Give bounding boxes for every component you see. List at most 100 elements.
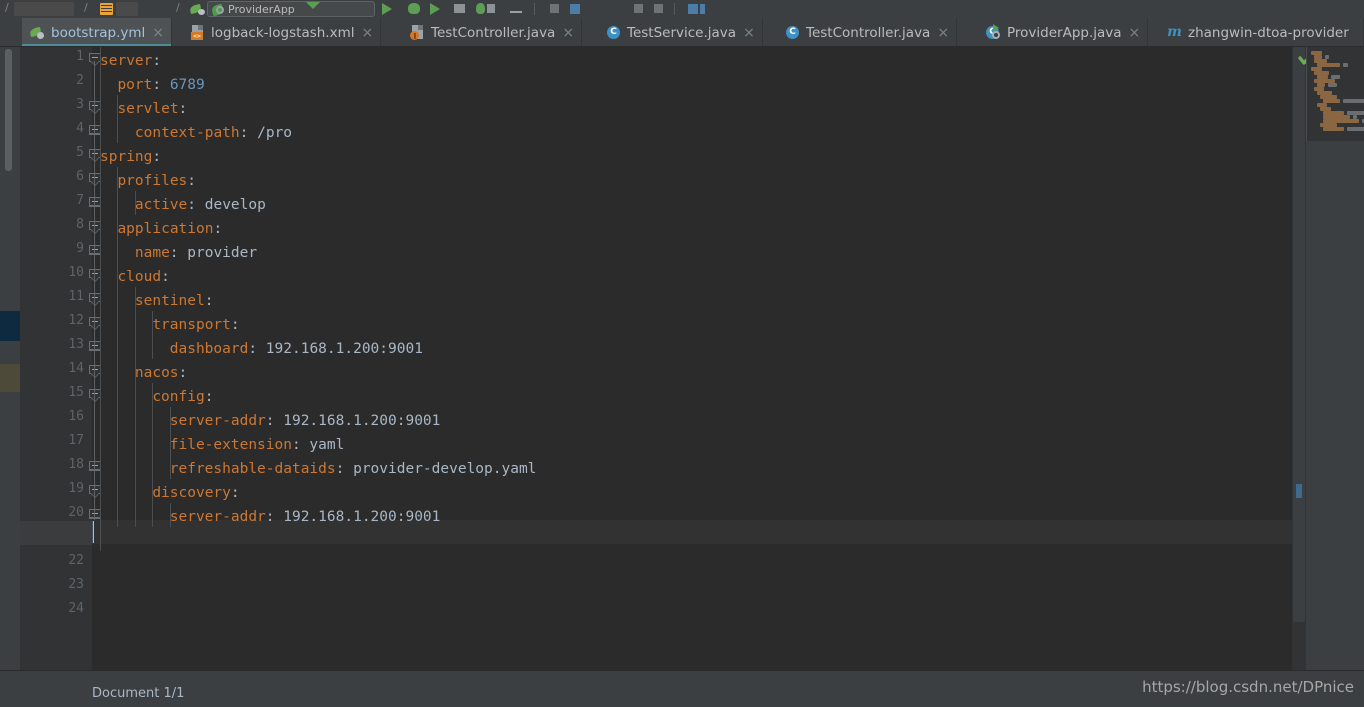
- editor-tab-testservice-java[interactable]: C TestService.java ×: [598, 18, 763, 46]
- vertical-scrollbar-thumb[interactable]: [1293, 47, 1305, 622]
- run-configuration-label: ProviderApp: [228, 3, 295, 16]
- vcs-update-icon[interactable]: [634, 4, 643, 13]
- tab-close-icon[interactable]: ×: [152, 26, 164, 40]
- yaml-colon: :: [161, 269, 170, 285]
- breadcrumb-item[interactable]: [14, 2, 74, 16]
- yaml-file-icon: [29, 25, 45, 40]
- code-minimap[interactable]: [1306, 47, 1364, 688]
- yaml-colon: :: [248, 341, 258, 357]
- yaml-key: refreshable-dataids: [169, 461, 336, 477]
- tab-close-icon[interactable]: ×: [361, 26, 373, 40]
- yaml-colon: :: [169, 245, 179, 261]
- line-number: 17: [68, 433, 84, 448]
- code-line[interactable]: discovery:: [152, 481, 239, 505]
- line-number: 5: [76, 145, 84, 160]
- code-line[interactable]: sentinel:: [135, 289, 214, 313]
- code-line[interactable]: name: provider: [135, 241, 257, 265]
- editor-tab-bar: bootstrap.yml × <> logback-logstash.xml …: [0, 18, 1364, 47]
- run-dropdown-icon[interactable]: [306, 2, 320, 9]
- attach-icon[interactable]: [487, 4, 495, 13]
- scrollbar-change-marker: [1296, 484, 1302, 498]
- line-number: 24: [68, 601, 84, 616]
- line-number: 11: [68, 289, 84, 304]
- yaml-colon: :: [204, 389, 214, 405]
- vcs-commit-icon[interactable]: [654, 4, 663, 13]
- editor-tab-providerapp-java[interactable]: C ProviderApp.java ×: [978, 18, 1149, 46]
- run-icon[interactable]: [382, 3, 392, 15]
- minimap-preview-panel: [1306, 47, 1364, 141]
- code-content[interactable]: server: port: 6789 servlet: context-path: /…: [92, 47, 1364, 688]
- editor-tab-logback-logstash-xml[interactable]: <> logback-logstash.xml ×: [182, 18, 382, 46]
- editor-tab-testcontroller-java-bean[interactable]: TestController.java ×: [402, 18, 583, 46]
- code-editor[interactable]: 123456789101112131415161718192021222324 …: [0, 47, 1364, 688]
- code-line[interactable]: port: 6789: [117, 73, 204, 97]
- tab-label: TestController.java: [431, 24, 556, 41]
- indent-guide: [117, 95, 119, 143]
- module-icon: [100, 3, 113, 15]
- code-line[interactable]: file-extension: yaml: [170, 433, 345, 457]
- code-line[interactable]: server-addr: 192.168.1.200:9001: [170, 505, 441, 529]
- code-line[interactable]: active: develop: [135, 193, 266, 217]
- code-line[interactable]: spring:: [100, 145, 161, 169]
- debug-icon[interactable]: [408, 3, 420, 14]
- run-with-coverage-icon[interactable]: [430, 3, 440, 15]
- editor-tab-testcontroller-java-class[interactable]: C TestController.java ×: [777, 18, 958, 46]
- yaml-key: server: [100, 53, 153, 69]
- code-line[interactable]: context-path: /pro: [135, 121, 292, 145]
- code-line[interactable]: refreshable-dataids: provider-develop.ya…: [170, 457, 537, 481]
- java-runnable-class-icon: C: [986, 24, 1001, 40]
- indent-guide: [100, 47, 101, 551]
- marker-olive: [0, 364, 20, 392]
- code-line[interactable]: application:: [117, 217, 222, 241]
- layout-icon-2[interactable]: [700, 4, 705, 14]
- search-everywhere-icon[interactable]: [550, 4, 559, 13]
- yaml-value: 6789: [161, 77, 205, 93]
- code-line[interactable]: server:: [100, 49, 161, 73]
- yaml-colon: :: [230, 485, 240, 501]
- yaml-colon: :: [213, 221, 223, 237]
- yaml-key: sentinel: [134, 293, 205, 309]
- code-line[interactable]: config:: [152, 385, 213, 409]
- yaml-colon: :: [187, 197, 196, 213]
- breadcrumb-item[interactable]: [116, 2, 138, 16]
- profile-icon[interactable]: [454, 4, 465, 13]
- yaml-colon: :: [230, 317, 240, 333]
- editor-tab-zhangwin-dtoa-provider[interactable]: m zhangwin-dtoa-provider: [1159, 18, 1364, 46]
- yaml-value: develop: [196, 197, 266, 213]
- run-configuration-selector[interactable]: ProviderApp: [207, 1, 375, 17]
- minimap-line: [1323, 127, 1344, 131]
- code-line[interactable]: profiles:: [117, 169, 196, 193]
- settings-icon[interactable]: [570, 4, 580, 14]
- line-number: 14: [68, 361, 84, 376]
- code-line[interactable]: servlet:: [117, 97, 187, 121]
- editor-bottom-divider: [92, 641, 93, 670]
- maven-module-icon: m: [1167, 24, 1182, 40]
- yaml-key: file-extension: [169, 437, 292, 453]
- minimap-line: [1342, 63, 1348, 67]
- editor-tab-bootstrap-yml[interactable]: bootstrap.yml ×: [22, 18, 173, 46]
- minimap-line: [1327, 83, 1338, 87]
- tab-close-icon[interactable]: ×: [937, 26, 949, 40]
- tab-close-icon[interactable]: ×: [1129, 26, 1141, 40]
- code-line[interactable]: transport:: [152, 313, 239, 337]
- code-line[interactable]: server-addr: 192.168.1.200:9001: [170, 409, 441, 433]
- yaml-value: 192.168.1.200:9001: [257, 341, 423, 357]
- code-line[interactable]: nacos:: [135, 361, 187, 385]
- current-line-gutter-highlight: [20, 521, 92, 545]
- java-class-icon: C: [606, 25, 621, 40]
- minimize-icon[interactable]: [510, 11, 522, 13]
- left-scrollbar-thumb[interactable]: [5, 49, 12, 171]
- stop-icon[interactable]: [476, 3, 485, 14]
- indent-guide: [169, 407, 171, 479]
- code-line[interactable]: dashboard: 192.168.1.200:9001: [170, 337, 423, 361]
- layout-icon[interactable]: [688, 4, 698, 14]
- watermark-text: https://blog.csdn.net/DPnice: [1142, 678, 1354, 696]
- tab-label: ProviderApp.java: [1007, 24, 1122, 41]
- yaml-key: spring: [100, 149, 153, 165]
- yaml-file-icon: [189, 3, 206, 15]
- tab-label: TestController.java: [806, 24, 931, 41]
- tab-close-icon[interactable]: ×: [562, 26, 574, 40]
- code-line[interactable]: cloud:: [117, 265, 169, 289]
- tab-close-icon[interactable]: ×: [743, 26, 755, 40]
- yaml-colon: :: [204, 293, 214, 309]
